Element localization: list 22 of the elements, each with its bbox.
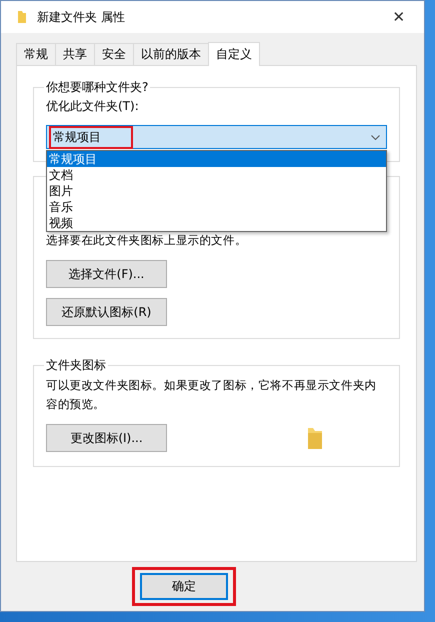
dropdown-option[interactable]: 视频 [47,215,386,231]
tab[interactable]: 自定义 [208,42,260,66]
folder-icon [17,10,27,24]
field-label: 优化此文件夹(T): [46,98,140,115]
folder-icon [307,426,323,450]
folder-type-dropdown[interactable]: 常规项目 [46,125,387,149]
description-text: 可以更改文件夹图标。如果更改了图标，它将不再显示文件夹内容的预览。 [46,377,378,413]
description-text: 选择要在此文件夹图标上显示的文件。 [46,232,248,249]
close-button[interactable]: ✕ [384,3,414,31]
tab[interactable]: 常规 [16,43,56,65]
button[interactable]: 还原默认图标(R) [46,298,167,326]
chevron-down-icon [371,134,380,140]
dropdown-option[interactable]: 音乐 [47,199,386,215]
dropdown-option[interactable]: 图片 [47,183,386,199]
dropdown-option[interactable]: 常规项目 [47,151,386,167]
change-icon-button[interactable]: 更改图标(I)... [46,424,167,452]
window-title: 新建文件夹 属性 [37,8,126,26]
group-title: 你想要哪种文件夹? [45,79,150,96]
dropdown-option[interactable]: 文档 [47,167,386,183]
group-title: 文件夹图标 [45,357,107,374]
button[interactable]: 选择文件(F)... [46,260,167,288]
ok-button[interactable]: 确定 [140,573,228,600]
